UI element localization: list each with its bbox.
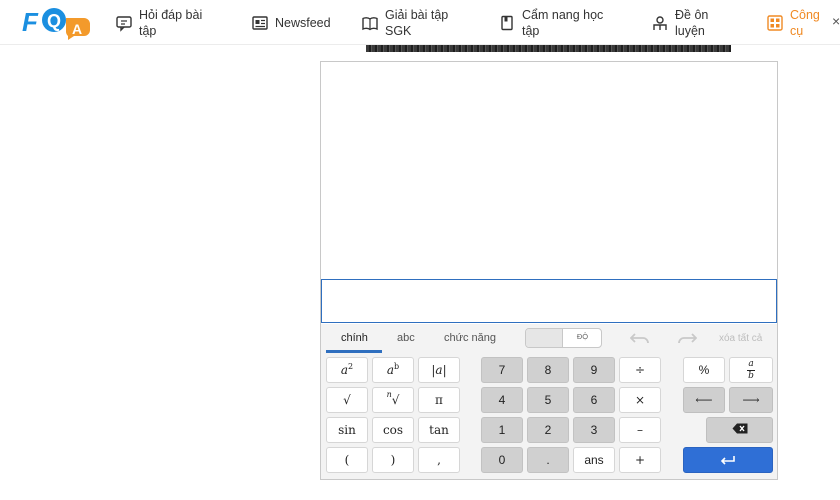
key-nth-root[interactable]: n √	[372, 387, 414, 413]
key-ans[interactable]: ans	[573, 447, 615, 473]
key-percent[interactable]: %	[683, 357, 725, 383]
toggle-degree-label[interactable]: ĐỘ	[564, 332, 601, 341]
key-multiply[interactable]: ×	[619, 387, 661, 413]
key-absolute[interactable]: |a|	[418, 357, 460, 383]
svg-text:F: F	[22, 7, 39, 37]
key-cursor-left[interactable]: ⟵	[683, 387, 725, 413]
tab-chuc-nang[interactable]: chức năng	[444, 332, 496, 344]
nav-hoi-dap[interactable]: Hỏi đáp bài tập	[115, 0, 202, 45]
root-index: n	[386, 389, 392, 399]
key-divide[interactable]: ÷	[619, 357, 661, 383]
key-right-paren[interactable]: )	[372, 447, 414, 473]
nav-label-line2: tập	[139, 23, 157, 38]
key-0[interactable]: 0	[481, 447, 523, 473]
handbook-icon	[498, 14, 516, 32]
nav-newsfeed[interactable]: Newsfeed	[251, 0, 331, 45]
key-3[interactable]: 3	[573, 417, 615, 443]
key-a-squared[interactable]: a2	[326, 357, 368, 383]
key-plus[interactable]: +	[619, 447, 661, 473]
key-left-paren[interactable]: (	[326, 447, 368, 473]
key-fraction[interactable]: ab	[729, 357, 773, 383]
key-base: a	[386, 363, 395, 377]
nav-label-line1: Đề ôn	[675, 7, 709, 22]
fraction-numerator: a	[748, 358, 754, 369]
tab-abc[interactable]: abc	[397, 332, 415, 344]
key-1[interactable]: 1	[481, 417, 523, 443]
tab-selected-indicator	[326, 350, 382, 353]
key-decimal[interactable]: .	[527, 447, 569, 473]
nav-cam-nang[interactable]: Cẩm nang học tập	[498, 0, 603, 45]
redo-icon[interactable]	[677, 331, 698, 345]
open-book-icon	[361, 14, 379, 32]
nav-label-line1: Công	[790, 7, 820, 22]
key-5[interactable]: 5	[527, 387, 569, 413]
expression-input[interactable]	[321, 279, 777, 323]
undo-icon[interactable]	[629, 331, 650, 345]
nav-label-line1: Cẩm nang học	[522, 7, 604, 22]
keypad-tabs: chính abc chức năng ĐỘ xóa tất cả	[321, 324, 777, 354]
key-7[interactable]: 7	[481, 357, 523, 383]
calculator-grid-icon	[766, 14, 784, 32]
key-a-power-b[interactable]: ab	[372, 357, 414, 383]
key-minus[interactable]: –	[619, 417, 661, 443]
nav-de-on-luyen[interactable]: Đề ôn luyện	[651, 0, 708, 45]
key-2[interactable]: 2	[527, 417, 569, 443]
key-exponent: b	[394, 361, 400, 371]
top-header: F Q A Hỏi đáp bài tập Newsfeed Giải bài t…	[0, 0, 840, 45]
key-comma[interactable]: ,	[418, 447, 460, 473]
calculator-widget: chính abc chức năng ĐỘ xóa tất cả a2 ab …	[320, 61, 778, 480]
nav-giai-bai-tap[interactable]: Giải bài tập SGK	[361, 0, 448, 45]
toggle-off-segment[interactable]	[526, 329, 563, 347]
svg-text:A: A	[72, 21, 82, 37]
key-cos[interactable]: cos	[372, 417, 414, 443]
chat-question-icon	[115, 14, 133, 32]
key-8[interactable]: 8	[527, 357, 569, 383]
close-icon[interactable]: ×	[832, 13, 840, 29]
key-6[interactable]: 6	[573, 387, 615, 413]
content-image-strip	[366, 45, 731, 52]
backspace-icon	[732, 423, 748, 437]
key-sin[interactable]: sin	[326, 417, 368, 443]
key-9[interactable]: 9	[573, 357, 615, 383]
nav-label-line2: cụ	[790, 23, 804, 38]
key-enter[interactable]	[683, 447, 773, 473]
nav-label-line1: Giải bài tập	[385, 7, 449, 22]
root-radical: √	[391, 393, 400, 407]
nav-label-line2: SGK	[385, 23, 412, 38]
enter-icon	[720, 451, 736, 469]
key-cursor-right[interactable]: ⟶	[729, 387, 773, 413]
nav-label-line2: tập	[522, 23, 540, 38]
nav-label-line2: luyện	[675, 23, 705, 38]
key-tan[interactable]: tan	[418, 417, 460, 443]
clear-all-button[interactable]: xóa tất cả	[719, 333, 762, 344]
nav-cong-cu[interactable]: Công cụ	[766, 0, 820, 45]
fraction-denominator: b	[748, 370, 754, 381]
calculator-graph-area	[321, 62, 777, 279]
svg-text:Q: Q	[47, 11, 61, 31]
key-square-root[interactable]: √	[326, 387, 368, 413]
key-pi[interactable]: π	[418, 387, 460, 413]
key-backspace[interactable]	[706, 417, 773, 443]
angle-unit-toggle[interactable]: ĐỘ	[525, 328, 602, 348]
nav-label-line1: Newsfeed	[275, 15, 331, 30]
key-4[interactable]: 4	[481, 387, 523, 413]
nav-label-line1: Hỏi đáp bài	[139, 7, 203, 22]
newspaper-icon	[251, 14, 269, 32]
calculator-keypad: chính abc chức năng ĐỘ xóa tất cả a2 ab …	[321, 324, 777, 479]
tab-chinh[interactable]: chính	[341, 332, 368, 344]
fqa-logo[interactable]: F Q A	[22, 4, 94, 40]
student-icon	[651, 14, 669, 32]
key-exponent: 2	[348, 361, 354, 371]
key-base: a	[340, 363, 349, 377]
